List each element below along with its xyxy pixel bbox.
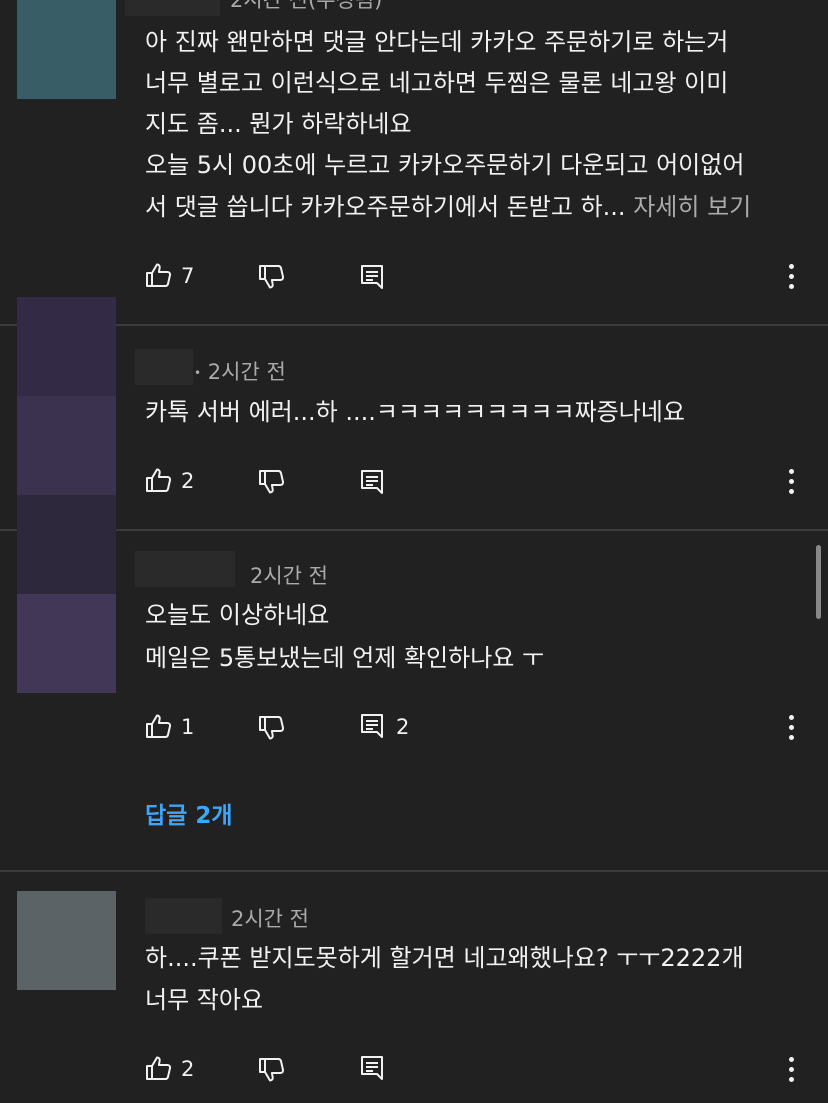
comment-text-line: 서 댓글 씁니다 카카오주문하기에서 돈받고 하... 자세히 보기 (145, 187, 751, 228)
comment-text-line: 지도 좀... 뭔가 하락하네요 (145, 110, 412, 138)
more-vert-icon[interactable] (780, 467, 804, 497)
comment-icon (361, 265, 383, 289)
avatar[interactable] (17, 0, 116, 99)
like-button[interactable]: 2 (145, 467, 194, 495)
reply-count: 2 (396, 715, 410, 739)
author-name-redacted[interactable] (145, 898, 222, 934)
more-vert-icon[interactable] (780, 262, 804, 292)
author-name-redacted[interactable] (125, 0, 220, 16)
comment-text-line: 카톡 서버 에러...하 ....ㅋㅋㅋㅋㅋㅋㅋㅋㅋ짜증나네요 (145, 398, 685, 426)
comment-divider (0, 324, 828, 326)
like-count: 1 (181, 715, 195, 739)
comment-text-line: 하....쿠폰 받지도못하게 할거면 네고왜했나요? ㅜㅜ2222개 (145, 944, 744, 972)
thumb-up-icon (146, 263, 172, 287)
like-button[interactable]: 7 (145, 262, 194, 290)
thumb-down-icon (259, 716, 285, 740)
like-button[interactable]: 1 (145, 713, 194, 741)
comment-text-line: 오늘 5시 00초에 누르고 카카오주문하기 다운되고 어이없어 (145, 151, 745, 179)
like-count: 7 (181, 264, 195, 288)
avatar[interactable] (17, 495, 116, 594)
comment-icon (361, 470, 383, 494)
comment-timestamp: • 2시간 전 (194, 360, 286, 384)
comment-text-line: 너무 작아요 (145, 986, 264, 1014)
thumb-up-icon (146, 1056, 172, 1080)
comment-timestamp: 2시간 전(수정됨) (230, 0, 383, 12)
reply-button[interactable] (360, 469, 386, 497)
more-vert-icon[interactable] (780, 1055, 804, 1085)
comment-text-line: 메일은 5통보냈는데 언제 확인하나요 ㅜ (145, 644, 545, 672)
comment-text-line: 아 진짜 왠만하면 댓글 안다는데 카카오 주문하기로 하는거 (145, 28, 729, 56)
comment-icon (361, 714, 383, 738)
thumb-down-icon (259, 470, 285, 494)
comment-icon (361, 1056, 383, 1080)
comment-divider (0, 529, 828, 531)
thumb-up-icon (146, 714, 172, 738)
dislike-button[interactable] (258, 1057, 286, 1085)
read-more-link[interactable]: 자세히 보기 (633, 193, 751, 221)
avatar[interactable] (17, 297, 116, 396)
view-replies-link[interactable]: 답글 2개 (145, 796, 233, 830)
reply-button[interactable] (360, 1055, 386, 1083)
like-count: 2 (181, 1057, 195, 1081)
like-button[interactable]: 2 (145, 1055, 194, 1083)
comment-text-line: 오늘도 이상하네요 (145, 601, 330, 629)
reply-button[interactable] (360, 264, 386, 292)
reply-button[interactable]: 2 (360, 713, 409, 741)
comment-timestamp: 2시간 전 (231, 907, 309, 931)
avatar-background-strip (17, 594, 116, 693)
scrollbar[interactable] (816, 545, 821, 619)
comment-timestamp: 2시간 전 (250, 564, 328, 588)
author-name-redacted[interactable] (135, 551, 235, 587)
dislike-button[interactable] (258, 469, 286, 497)
comment-text-truncated: 서 댓글 씁니다 카카오주문하기에서 돈받고 하... (145, 193, 626, 221)
comment-timestamp-text: 2시간 전 (207, 360, 286, 384)
thumb-down-icon (259, 265, 285, 289)
avatar[interactable] (17, 891, 116, 990)
comment-text-line: 너무 별로고 이런식으로 네고하면 두찜은 물론 네고왕 이미 (145, 69, 729, 97)
dislike-button[interactable] (258, 715, 286, 743)
dislike-button[interactable] (258, 264, 286, 292)
thumb-down-icon (259, 1058, 285, 1082)
thumb-up-icon (146, 468, 172, 492)
like-count: 2 (181, 469, 195, 493)
author-name-redacted[interactable] (135, 349, 193, 385)
comment-divider (0, 870, 828, 872)
avatar-background-strip (17, 396, 116, 495)
more-vert-icon[interactable] (780, 713, 804, 743)
